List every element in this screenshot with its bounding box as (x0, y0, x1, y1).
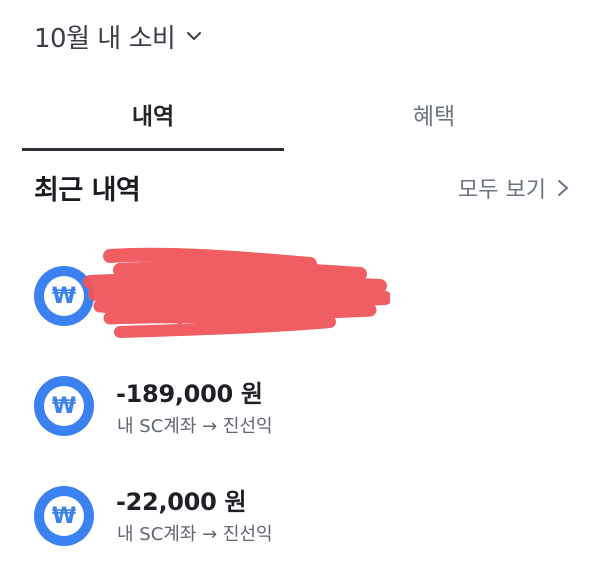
won-icon: ₩ (34, 376, 94, 436)
won-glyph: ₩ (44, 496, 84, 536)
redaction-scribble (83, 247, 390, 338)
tab-benefits-label: 혜택 (412, 104, 456, 130)
see-all-link[interactable]: 모두 보기 (458, 172, 570, 204)
transaction-row[interactable]: ₩ -189,000 원 내 SC계좌 → 진선익 (0, 364, 600, 444)
see-all-label: 모두 보기 (458, 178, 546, 203)
tab-history[interactable]: 내역 (22, 84, 284, 144)
spending-screen: 10월 내 소비 내역 혜택 최근 내역 모두 보기 ₩ ₩ -189,000 … (0, 0, 600, 572)
chevron-right-icon (556, 178, 570, 198)
won-glyph: ₩ (44, 276, 84, 316)
section-title: 최근 내역 (34, 175, 141, 206)
transaction-row[interactable]: ₩ -22,000 원 내 SC계좌 → 진선익 (0, 474, 600, 554)
month-label: 10월 내 소비 (34, 23, 176, 54)
transaction-description: 내 SC계좌 → 진선익 (117, 524, 273, 545)
tab-benefits[interactable]: 혜택 (302, 84, 566, 144)
transaction-amount: -189,000 원 (116, 380, 263, 408)
won-icon: ₩ (34, 486, 94, 546)
tab-bar: 내역 혜택 (0, 84, 600, 152)
chevron-down-icon (185, 27, 203, 45)
month-selector[interactable]: 10월 내 소비 (34, 16, 203, 56)
transaction-description: 내 SC계좌 → 진선익 (117, 416, 273, 437)
transaction-amount: -22,000 원 (116, 488, 247, 516)
won-glyph: ₩ (44, 386, 84, 426)
tab-history-label: 내역 (131, 104, 175, 130)
active-tab-indicator (22, 148, 284, 151)
